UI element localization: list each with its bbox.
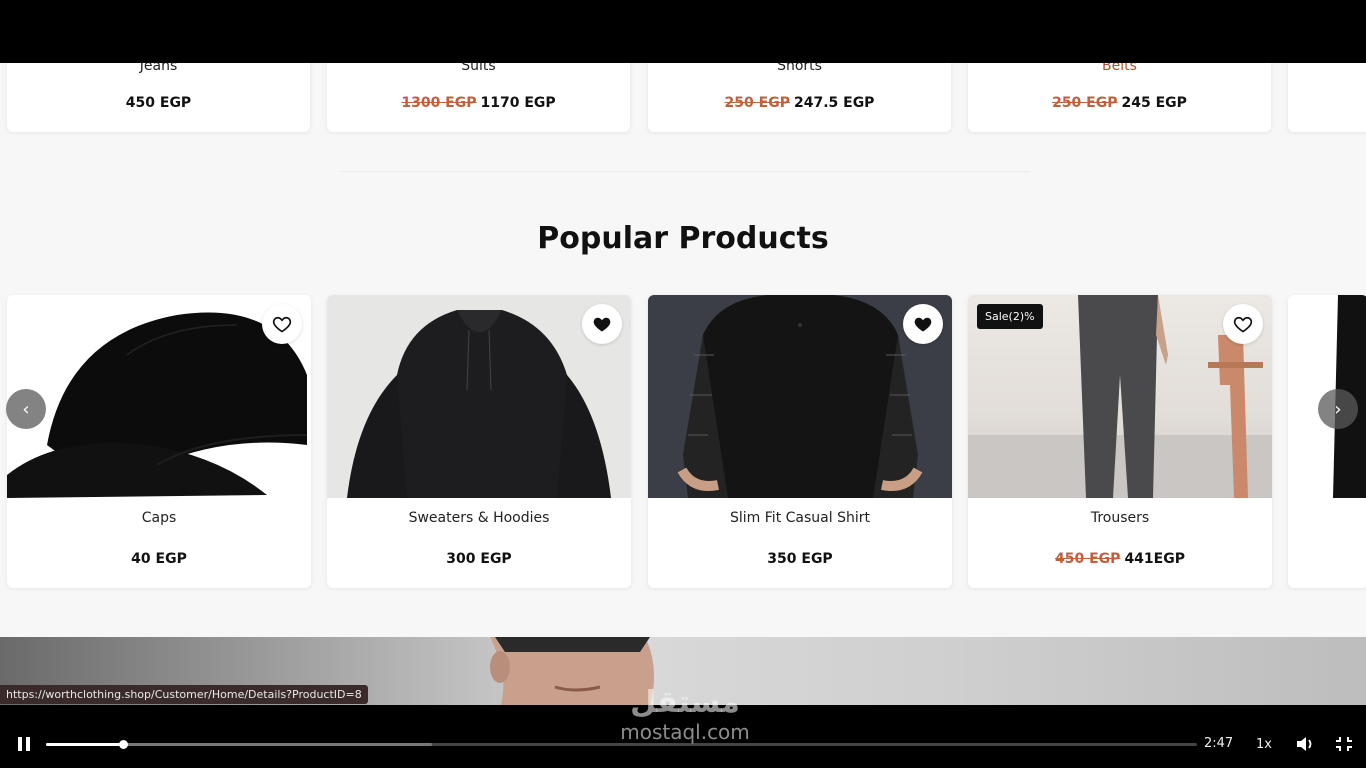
- category-name: Belts: [1102, 63, 1137, 74]
- played-progress: [46, 743, 124, 746]
- pause-button[interactable]: [14, 734, 34, 754]
- current-price: 245 EGP: [1121, 95, 1187, 111]
- carousel-next-button[interactable]: ›: [1318, 389, 1358, 429]
- heart-outline-icon: [272, 316, 292, 333]
- current-price: 40 EGP: [131, 551, 187, 567]
- current-price: 441EGP: [1124, 551, 1185, 567]
- progress-handle[interactable]: [119, 740, 129, 749]
- pause-icon: [18, 737, 30, 751]
- product-title[interactable]: Sweaters & Hoodies: [327, 510, 631, 526]
- chevron-right-icon: ›: [1334, 398, 1342, 420]
- product-card-trousers[interactable]: Sale(2)% Trousers 450 EGP 441EGP: [968, 295, 1272, 588]
- video-top-letterbox: [0, 0, 1366, 63]
- watermark-arabic: مستقل: [630, 685, 740, 720]
- chevron-left-icon: ‹: [22, 398, 30, 420]
- watermark-logo: مستقل mostaql.com: [600, 685, 770, 743]
- category-price: 250 EGP 247.5 EGP: [648, 95, 951, 111]
- product-title[interactable]: Slim Fit Casual Shirt: [648, 510, 952, 526]
- favorite-button[interactable]: [262, 304, 302, 344]
- watermark-latin: mostaql.com: [620, 720, 750, 744]
- product-price: 40 EGP: [7, 551, 311, 567]
- product-card-caps[interactable]: Caps 40 EGP: [7, 295, 311, 588]
- category-card-belts[interactable]: Belts 250 EGP 245 EGP: [968, 63, 1271, 132]
- section-divider: [340, 171, 1030, 172]
- carousel-prev-button[interactable]: ‹: [6, 389, 46, 429]
- exit-fullscreen-icon: [1336, 737, 1352, 751]
- old-price: 450 EGP: [1055, 551, 1121, 567]
- current-price: 350 EGP: [767, 551, 833, 567]
- heart-outline-icon: [1233, 316, 1253, 333]
- category-price: 250 EGP 245 EGP: [968, 95, 1271, 111]
- old-price: 1300 EGP: [401, 95, 477, 111]
- category-price: 450 EGP: [7, 95, 310, 111]
- product-card-sweaters-hoodies[interactable]: Sweaters & Hoodies 300 EGP: [327, 295, 631, 588]
- old-price: 250 EGP: [724, 95, 790, 111]
- current-time: 2:47: [1204, 736, 1234, 751]
- category-card-shorts[interactable]: Shorts 250 EGP 247.5 EGP: [648, 63, 951, 132]
- product-title[interactable]: Caps: [7, 510, 311, 526]
- category-name: Suits: [461, 63, 496, 74]
- link-preview-url: https://worthclothing.shop/Customer/Home…: [0, 685, 368, 704]
- section-title: Popular Products: [537, 221, 829, 256]
- product-price: 450 EGP 441EGP: [968, 551, 1272, 567]
- current-price: 1170 EGP: [480, 95, 556, 111]
- product-card-partial[interactable]: [1288, 295, 1366, 588]
- product-price: 350 EGP: [648, 551, 952, 567]
- playback-speed-button[interactable]: 1x: [1256, 737, 1272, 752]
- current-price: 300 EGP: [446, 551, 512, 567]
- exit-fullscreen-button[interactable]: [1335, 736, 1353, 756]
- heart-filled-icon: [593, 317, 611, 332]
- product-title[interactable]: Trousers: [968, 510, 1272, 526]
- favorite-button[interactable]: [1223, 304, 1263, 344]
- product-card-slim-fit-shirt[interactable]: Slim Fit Casual Shirt 350 EGP: [648, 295, 952, 588]
- current-price: 450 EGP: [125, 95, 192, 111]
- favorite-button[interactable]: [582, 304, 622, 344]
- current-price: 247.5 EGP: [793, 95, 875, 111]
- category-name: Shorts: [777, 63, 822, 74]
- volume-button[interactable]: [1295, 735, 1315, 757]
- category-name: Jeans: [139, 63, 178, 74]
- category-card-jeans[interactable]: Jeans 450 EGP: [7, 63, 310, 132]
- heart-filled-icon: [914, 317, 932, 332]
- sale-badge: Sale(2)%: [977, 304, 1043, 329]
- old-price: 250 EGP: [1052, 95, 1118, 111]
- store-page: Jeans 450 EGP Suits 1300 EGP 1170 EGP Sho…: [0, 63, 1366, 705]
- category-price: 1300 EGP 1170 EGP: [327, 95, 630, 111]
- category-card-partial[interactable]: [1288, 63, 1366, 132]
- favorite-button[interactable]: [903, 304, 943, 344]
- product-price: 300 EGP: [327, 551, 631, 567]
- volume-icon: [1297, 737, 1312, 751]
- category-card-suits[interactable]: Suits 1300 EGP 1170 EGP: [327, 63, 630, 132]
